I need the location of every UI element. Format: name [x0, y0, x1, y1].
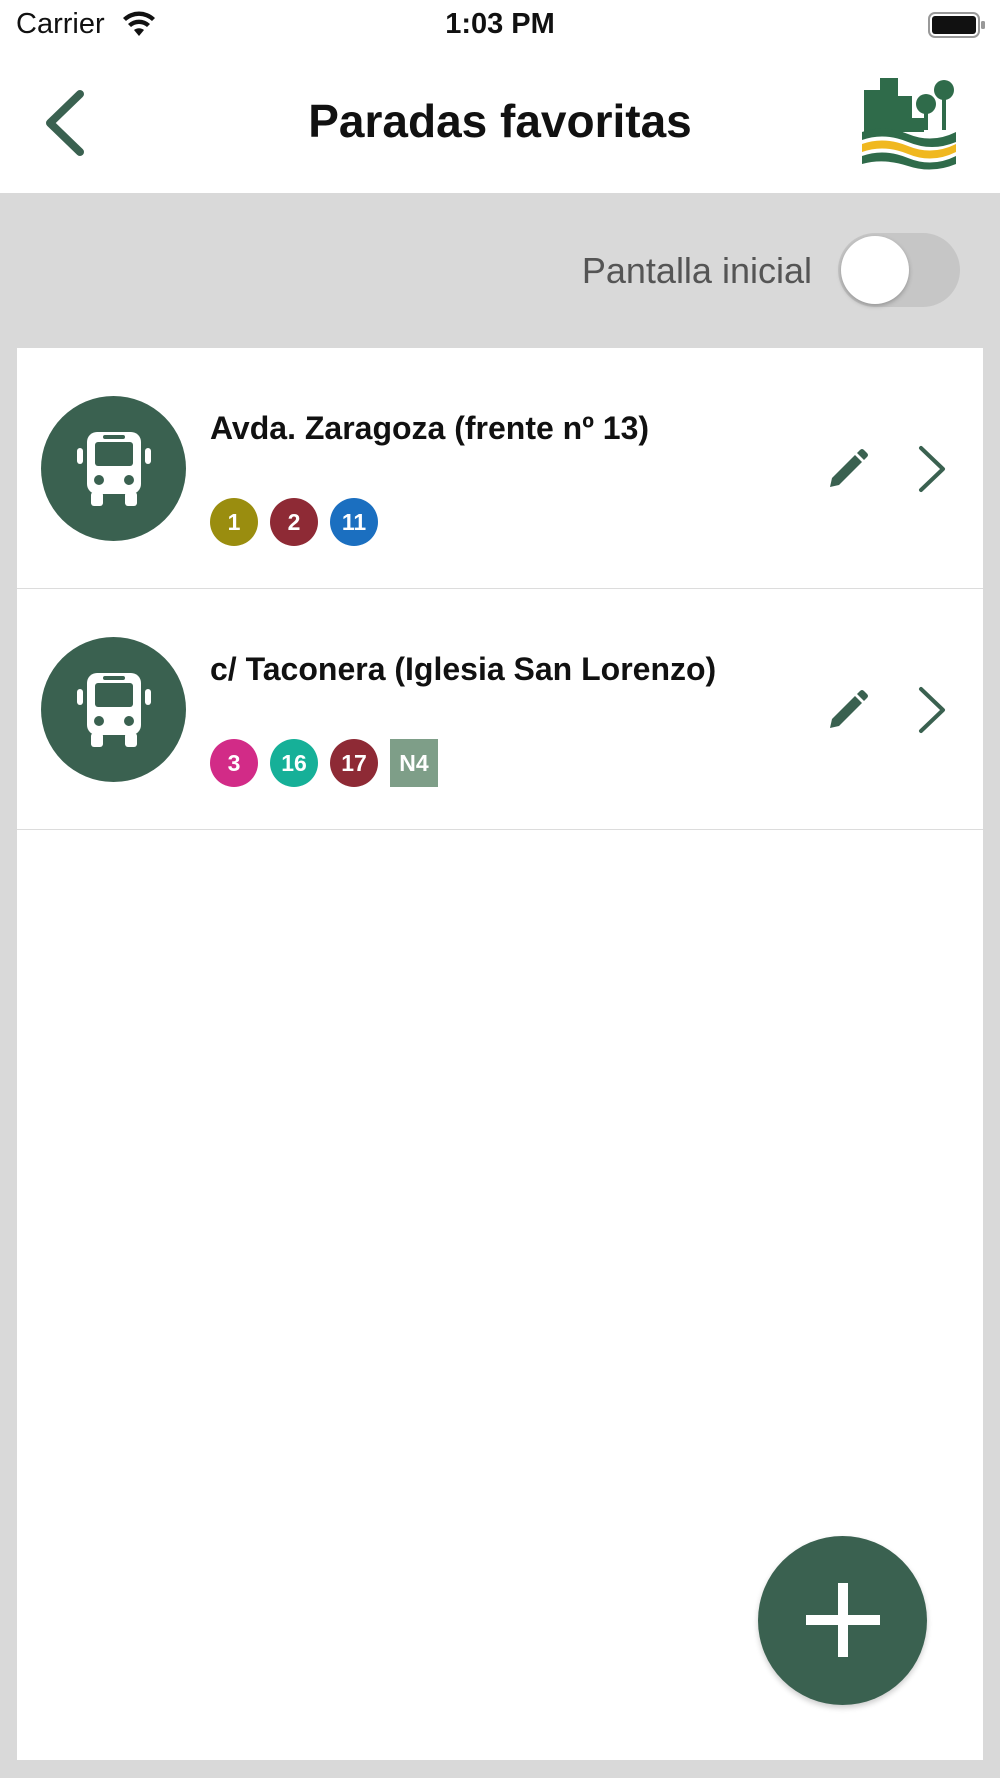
initial-screen-label: Pantalla inicial [581, 250, 812, 291]
clock-label: 1:03 PM [445, 8, 555, 40]
city-river-logo-icon [862, 78, 956, 170]
initial-screen-setting: Pantalla inicial [0, 193, 1000, 348]
open-stop-button[interactable] [915, 444, 949, 494]
stop-avatar [41, 396, 186, 541]
line-badges: 3 16 17 N4 [210, 739, 438, 787]
edit-button[interactable] [827, 689, 869, 731]
stop-avatar [41, 637, 186, 782]
bus-icon [76, 431, 151, 506]
initial-screen-toggle[interactable] [838, 233, 960, 307]
stop-name: Avda. Zaragoza (frente nº 13) [210, 410, 650, 446]
line-badge: N4 [390, 739, 438, 787]
list-item[interactable]: Avda. Zaragoza (frente nº 13) 1 2 11 [17, 348, 983, 589]
chevron-right-icon [919, 446, 945, 492]
list-item[interactable]: c/ Taconera (Iglesia San Lorenzo) 3 16 1… [17, 589, 983, 830]
chevron-right-icon [919, 687, 945, 733]
line-badge: 11 [330, 498, 378, 546]
bus-icon [76, 672, 151, 747]
line-badge: 3 [210, 739, 258, 787]
page-title: Paradas favoritas [308, 95, 692, 147]
toggle-knob [841, 236, 909, 304]
line-badge: 1 [210, 498, 258, 546]
open-stop-button[interactable] [915, 685, 949, 735]
pencil-icon [830, 690, 868, 728]
nav-header: Paradas favoritas [0, 50, 1000, 193]
pencil-icon [830, 449, 868, 487]
add-stop-button[interactable] [758, 1536, 927, 1705]
edit-button[interactable] [827, 448, 869, 490]
line-badge: 17 [330, 739, 378, 787]
line-badges: 1 2 11 [210, 498, 378, 546]
stop-name: c/ Taconera (Iglesia San Lorenzo) [210, 651, 717, 687]
battery-icon [928, 12, 985, 38]
line-badge: 16 [270, 739, 318, 787]
line-badge: 2 [270, 498, 318, 546]
status-bar: Carrier 1:03 PM [0, 0, 1000, 50]
